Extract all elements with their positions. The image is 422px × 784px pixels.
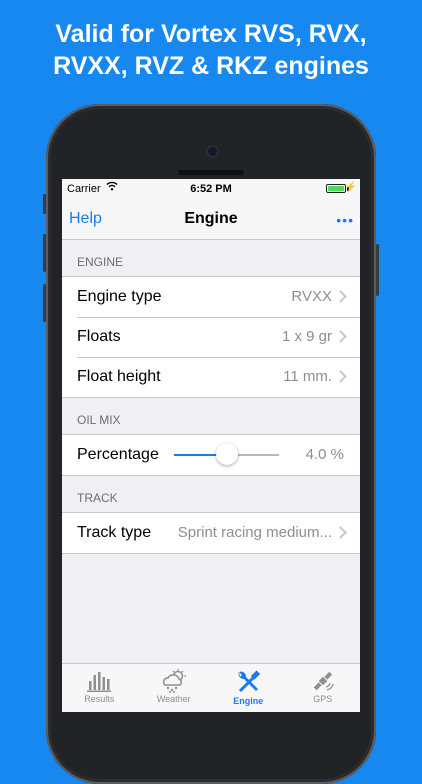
track-group: Track type Sprint racing medium... [62,512,360,554]
tab-weather-label: Weather [156,694,191,704]
page-title: Engine [184,210,238,227]
banner-line-2: RVXX, RVZ & RKZ engines [53,52,369,80]
power-button [376,244,379,296]
engine-type-label: Engine type [77,288,162,305]
status-bar: Carrier 6:52 PM ⚡ [62,179,360,199]
tab-results-label: Results [84,694,115,704]
clock: 6:52 PM [190,183,232,195]
banner-line-1: Valid for Vortex RVS, RVX, [55,20,367,48]
battery-icon [326,184,346,193]
wrench-screwdriver-icon [211,669,286,695]
track-type-value: Sprint racing medium... [177,524,332,541]
slider-thumb[interactable] [215,443,238,465]
mute-switch [43,194,46,214]
tab-gps[interactable]: GPS [286,664,361,712]
promo-banner: Valid for Vortex RVS, RVX, RVXX, RVZ & R… [0,18,422,82]
section-header-oil-mix-label: OIL MIX [77,413,121,427]
tab-results[interactable]: Results [62,664,137,712]
section-header-oil-mix: OIL MIX [62,398,360,434]
battery-fill [328,186,344,191]
app-screen: Carrier 6:52 PM ⚡ Help Engine ••• ENGINE [62,179,360,712]
more-options-button[interactable]: ••• [336,212,354,228]
percentage-slider[interactable] [174,443,279,465]
earpiece-speaker [178,170,244,175]
weather-icon [137,669,212,693]
floats-row[interactable]: Floats 1 x 9 gr [62,317,360,357]
chevron-right-icon [334,370,347,383]
tab-engine[interactable]: Engine [211,664,286,712]
float-height-value: 11 mm. [283,368,332,385]
engine-type-row[interactable]: Engine type RVXX [62,277,360,317]
tab-bar: Results Weather Engine GPS [62,663,360,712]
charging-bolt-icon: ⚡ [344,182,357,193]
track-type-row[interactable]: Track type Sprint racing medium... [62,513,360,553]
floats-label: Floats [77,328,121,345]
oil-mix-group: Percentage 4.0 % [62,434,360,476]
track-type-label: Track type [77,524,152,541]
tab-weather[interactable]: Weather [137,664,212,712]
section-header-track-label: TRACK [77,491,118,505]
tab-engine-label: Engine [233,696,264,706]
bar-chart-icon [62,669,137,693]
front-camera [208,147,217,156]
section-header-engine-label: ENGINE [77,255,124,269]
tab-gps-label: GPS [313,694,333,704]
percentage-row: Percentage 4.0 % [62,435,360,475]
chevron-right-icon [334,526,347,539]
section-header-track: TRACK [62,476,360,512]
float-height-label: Float height [77,368,161,385]
chevron-right-icon [334,290,347,303]
chevron-right-icon [334,330,347,343]
engine-type-value: RVXX [291,288,332,305]
phone-frame: Carrier 6:52 PM ⚡ Help Engine ••• ENGINE [43,104,379,784]
float-height-row[interactable]: Float height 11 mm. [62,357,360,397]
volume-down-button [43,284,46,322]
percentage-label: Percentage [77,446,159,463]
section-header-engine: ENGINE [62,240,360,276]
floats-value: 1 x 9 gr [281,328,332,345]
satellite-icon [286,669,361,693]
percentage-value: 4.0 % [305,446,344,463]
volume-up-button [43,234,46,272]
navigation-bar: Help Engine ••• [62,199,360,240]
engine-settings-group: Engine type RVXX Floats 1 x 9 gr Float h… [62,276,360,398]
